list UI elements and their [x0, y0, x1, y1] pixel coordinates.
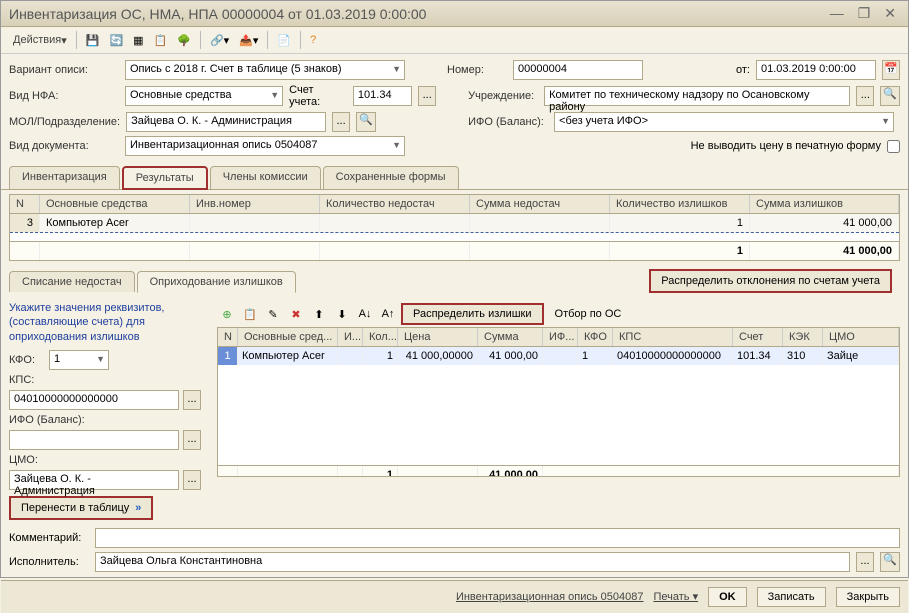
table-row[interactable]: 1 Компьютер Acer 1 41 000,00000 41 000,0…	[218, 347, 899, 365]
main-toolbar: Действия ▾ 💾 🔄 ▦ 📋 🌳 🔗▾ 📤▾ 📄 ?	[1, 27, 908, 54]
subtab-surplus[interactable]: Оприходование излишков	[137, 271, 296, 293]
grid-icon[interactable]: ▦	[129, 32, 147, 49]
close-icon[interactable]: ✕	[880, 5, 900, 22]
nfa-label: Вид НФА:	[9, 90, 119, 102]
save-button[interactable]: Записать	[757, 587, 826, 607]
tab-results[interactable]: Результаты	[122, 166, 208, 190]
ok-button[interactable]: OK	[708, 587, 747, 607]
noprint-checkbox[interactable]	[887, 140, 900, 153]
kps-label: КПС:	[9, 374, 45, 386]
account-input[interactable]: 101.34	[353, 86, 412, 106]
executor-search-icon[interactable]: 🔍	[880, 552, 900, 572]
ifo-label: ИФО (Баланс):	[468, 116, 548, 128]
link-icon[interactable]: 🔗▾	[206, 32, 233, 49]
comment-input[interactable]	[95, 528, 900, 548]
kps-ellipsis[interactable]: ...	[183, 390, 201, 410]
org-label: Учреждение:	[468, 90, 538, 102]
edit-icon[interactable]: ✎	[263, 304, 283, 324]
down-icon[interactable]: ⬇	[332, 304, 352, 324]
date-picker-icon[interactable]: 📅	[882, 60, 900, 80]
org-ellipsis[interactable]: ...	[856, 86, 874, 106]
maximize-icon[interactable]: ❐	[854, 5, 875, 22]
distribute-surplus-button[interactable]: Распределить излишки	[401, 303, 544, 325]
number-input[interactable]: 00000004	[513, 60, 643, 80]
close-button[interactable]: Закрыть	[836, 587, 900, 607]
nfa-select[interactable]: Основные средства	[125, 86, 283, 106]
variant-select[interactable]: Опись с 2018 г. Счет в таблице (5 знаков…	[125, 60, 405, 80]
account-label: Счет учета:	[289, 84, 347, 108]
executor-input[interactable]: Зайцева Ольга Константиновна	[95, 552, 850, 572]
minimize-icon[interactable]: —	[826, 5, 848, 22]
executor-ellipsis[interactable]: ...	[856, 552, 874, 572]
print-button[interactable]: Печать ▾	[653, 590, 698, 603]
noprint-label: Не выводить цену в печатную форму	[691, 140, 881, 152]
add-icon[interactable]: ⊕	[217, 304, 237, 324]
date-input[interactable]: 01.03.2019 0:00:00	[756, 60, 876, 80]
table-row[interactable]: 3 Компьютер Acer 1 41 000,00	[10, 214, 899, 233]
refresh-icon[interactable]: 🔄	[105, 32, 127, 49]
transfer-button[interactable]: Перенести в таблицу»	[9, 496, 153, 520]
help-icon[interactable]: ?	[306, 32, 320, 48]
executor-label: Исполнитель:	[9, 556, 89, 568]
account-ellipsis[interactable]: ...	[418, 86, 436, 106]
org-search-icon[interactable]: 🔍	[880, 86, 900, 106]
variant-label: Вариант описи:	[9, 64, 119, 76]
mol-search-icon[interactable]: 🔍	[356, 112, 376, 132]
ifo2-ellipsis[interactable]: ...	[183, 430, 201, 450]
col-n[interactable]: N	[10, 195, 40, 213]
col-sum-over[interactable]: Сумма излишков	[750, 195, 899, 213]
kfo-label: КФО:	[9, 354, 45, 366]
ifo-select[interactable]: <без учета ИФО>	[554, 112, 894, 132]
ifo2-label: ИФО (Баланс):	[9, 414, 89, 426]
sort-asc-icon[interactable]: A↓	[355, 304, 375, 324]
tab-commission[interactable]: Члены комиссии	[210, 166, 321, 189]
col-sum-short[interactable]: Сумма недостач	[470, 195, 610, 213]
sort-desc-icon[interactable]: A↑	[378, 304, 398, 324]
save-icon[interactable]: 💾	[82, 32, 104, 49]
tree-icon[interactable]: 🌳	[173, 32, 195, 49]
col-qty-over[interactable]: Количество излишков	[610, 195, 750, 213]
delete-icon[interactable]: ✖	[286, 304, 306, 324]
cmo-ellipsis[interactable]: ...	[183, 470, 201, 490]
col-assets[interactable]: Основные средства	[40, 195, 190, 213]
results-grid: N Основные средства Инв.номер Количество…	[9, 194, 900, 261]
number-label: Номер:	[447, 64, 507, 76]
list-icon[interactable]: 📄	[273, 32, 295, 49]
distribute-accounts-button[interactable]: Распределить отклонения по счетам учета	[649, 269, 892, 293]
tab-inventory[interactable]: Инвентаризация	[9, 166, 120, 189]
copy-row-icon[interactable]: 📋	[240, 304, 260, 324]
filter-os-button[interactable]: Отбор по ОС	[547, 305, 630, 323]
doc-select[interactable]: Инвентаризационная опись 0504087	[125, 136, 405, 156]
org-input[interactable]: Комитет по техническому надзору по Осано…	[544, 86, 850, 106]
col-inv[interactable]: Инв.номер	[190, 195, 320, 213]
window-title: Инвентаризация ОС, НМА, НПА 00000004 от …	[9, 6, 426, 22]
col-qty-short[interactable]: Количество недостач	[320, 195, 470, 213]
status-doc-link[interactable]: Инвентаризационная опись 0504087	[456, 591, 644, 603]
mol-ellipsis[interactable]: ...	[332, 112, 350, 132]
up-icon[interactable]: ⬆	[309, 304, 329, 324]
copy-icon[interactable]: 📋	[150, 32, 172, 49]
chevron-right-icon: »	[135, 502, 141, 514]
tab-saved-forms[interactable]: Сохраненные формы	[323, 166, 459, 189]
cmo-label: ЦМО:	[9, 454, 45, 466]
mol-input[interactable]: Зайцева О. К. - Администрация	[126, 112, 326, 132]
main-tabs: Инвентаризация Результаты Члены комиссии…	[1, 166, 908, 190]
titlebar: Инвентаризация ОС, НМА, НПА 00000004 от …	[1, 1, 908, 27]
cmo-input[interactable]: Зайцева О. К. - Администрация	[9, 470, 179, 490]
mol-label: МОЛ/Подразделение:	[9, 116, 120, 128]
comment-label: Комментарий:	[9, 532, 89, 544]
subtab-writeoff[interactable]: Списание недостач	[9, 271, 135, 292]
doc-label: Вид документа:	[9, 140, 119, 152]
detail-grid: N Основные сред... И... Кол... Цена Сумм…	[217, 327, 900, 477]
actions-menu[interactable]: Действия ▾	[9, 32, 71, 49]
export-icon[interactable]: 📤▾	[235, 32, 262, 49]
from-label: от:	[736, 64, 750, 76]
kfo-select[interactable]: 1	[49, 350, 109, 370]
kps-input[interactable]: 04010000000000000	[9, 390, 179, 410]
hint-text: Укажите значения реквизитов, (составляющ…	[9, 301, 209, 344]
ifo2-input[interactable]	[9, 430, 179, 450]
